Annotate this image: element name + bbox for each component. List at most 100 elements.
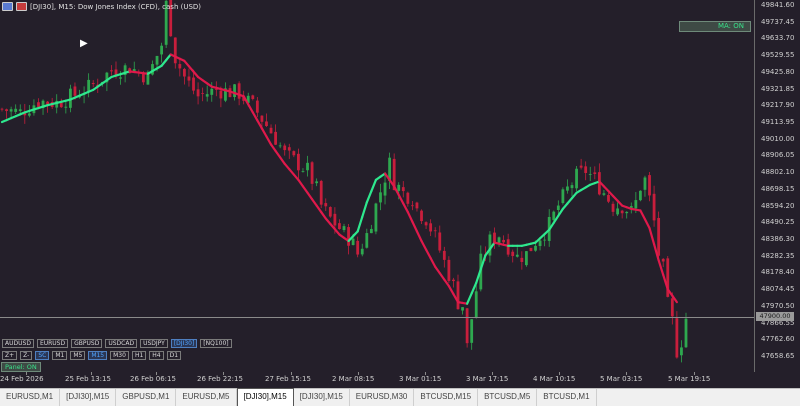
candle-body — [255, 100, 259, 113]
candle-body — [210, 88, 214, 95]
chart-tab[interactable]: EURUSD,M1 — [0, 389, 61, 406]
ma-line-segment — [420, 239, 428, 251]
symbol-button-audusd[interactable]: AUDUSD — [2, 339, 34, 348]
candle-body — [301, 171, 305, 172]
candle-body — [579, 165, 583, 168]
symbol-button-nq100[interactable]: [NQ100] — [200, 339, 232, 348]
ma-toggle-button[interactable]: MA: ON — [679, 21, 751, 32]
panel-toggle-button[interactable]: Panel: ON — [1, 362, 41, 372]
candle-body — [433, 230, 437, 232]
ma-line-segment — [269, 143, 277, 153]
candle-body — [529, 247, 533, 252]
candle-body — [566, 186, 569, 191]
candle-body — [447, 259, 451, 281]
candle-body — [607, 194, 610, 202]
price-tick-label: 47762.60 — [761, 335, 795, 344]
ma-line-segment — [397, 193, 405, 205]
ma-line-segment — [356, 215, 364, 233]
candle-body — [429, 223, 433, 232]
chart-title-text: [DJI30], M15: Dow Jones Index (CFD), cas… — [30, 2, 202, 11]
candle-body — [333, 213, 337, 226]
chart-tab[interactable]: [DJI30],M15 — [236, 388, 294, 406]
candle-body — [205, 94, 209, 97]
ma-line-segment — [639, 209, 647, 221]
candle-body — [160, 45, 163, 55]
chart-title: [DJI30], M15: Dow Jones Index (CFD), cas… — [2, 2, 201, 11]
candle-body — [269, 127, 273, 134]
chart-tab[interactable]: BTCUSD,M5 — [478, 389, 538, 406]
symbol-button-usdcad[interactable]: USDCAD — [105, 339, 138, 348]
price-tick-label: 49425.80 — [761, 67, 795, 76]
mouse-cursor-icon: ▶ — [80, 38, 88, 49]
candle-body — [347, 227, 350, 246]
candle-body — [424, 222, 428, 226]
chart-tab[interactable]: [DJI30],M15 — [60, 389, 117, 406]
ma-line-segment — [434, 265, 441, 275]
time-tick-label: 2 Mar 08:15 — [332, 375, 375, 383]
candle-body — [315, 181, 319, 184]
candle-body — [237, 83, 241, 99]
timeframe-button-h1[interactable]: H1 — [131, 351, 147, 360]
price-tick-label: 49217.90 — [761, 101, 795, 110]
candle-body — [324, 203, 328, 207]
symbol-button-gbpusd[interactable]: GBPUSD — [71, 339, 103, 348]
candle-body — [233, 84, 236, 98]
candle-body — [602, 193, 606, 195]
current-price-line — [0, 317, 754, 318]
candle-body — [488, 234, 492, 256]
symbol-button-usdjpy[interactable]: USDJPY — [140, 339, 168, 348]
ma-line-segment — [438, 272, 446, 281]
price-tick-label: 47970.50 — [761, 301, 795, 310]
symbol-button-bar: AUDUSD EURUSD GBPUSD USDCAD USDJPY [DJI30] [NQ… — [2, 339, 232, 348]
ma-line-segment — [466, 292, 473, 305]
chart-tab[interactable]: EURUSD,M30 — [350, 389, 415, 406]
symbol-button-dji30[interactable]: [DJI30] — [170, 339, 198, 348]
time-tick-mark — [223, 372, 224, 375]
candle-body — [365, 233, 369, 248]
candle-body — [319, 180, 323, 205]
timeframe-button-z-[interactable]: Z- — [20, 351, 33, 360]
candle-body — [0, 108, 4, 110]
timeframe-button-z+[interactable]: Z+ — [2, 351, 18, 360]
time-tick-label: 4 Mar 10:15 — [533, 375, 576, 383]
candle-body — [657, 217, 661, 256]
price-tick-label: 48178.40 — [761, 268, 795, 277]
time-tick-mark — [26, 372, 27, 375]
candle-body — [411, 205, 414, 207]
candle-body — [497, 237, 501, 243]
timeframe-button-m5[interactable]: M5 — [70, 351, 86, 360]
timeframe-button-m15[interactable]: M15 — [88, 351, 108, 360]
candle-body — [274, 131, 277, 145]
ma-line-segment — [424, 248, 432, 260]
chart-tab[interactable]: EURUSD,M5 — [176, 389, 237, 406]
candle-body — [611, 203, 615, 212]
ma-line-segment — [251, 111, 259, 122]
symbol-button-eurusd[interactable]: EURUSD — [36, 339, 69, 348]
timeframe-button-m30[interactable]: M30 — [110, 351, 129, 360]
chart-tab[interactable]: [DJI30],M15 — [294, 389, 350, 406]
chart-tab[interactable]: BTCUSD,M15 — [414, 389, 479, 406]
time-axis[interactable]: 24 Feb 2026 25 Feb 13:15 26 Feb 06:15 26 Fe… — [0, 372, 754, 388]
ma-line-segment — [247, 103, 254, 114]
chart-tab[interactable]: GBPUSD,M1 — [116, 389, 177, 406]
timeframe-button-h4[interactable]: H4 — [149, 351, 164, 360]
candle-body — [452, 279, 455, 282]
price-tick-label: 47658.65 — [761, 352, 795, 360]
candle-body — [87, 79, 91, 92]
candle-body — [543, 239, 547, 241]
ma-line-segment — [320, 210, 327, 220]
chart-tab[interactable]: BTCUSD,M1 — [537, 389, 597, 406]
timeframe-button-sc[interactable]: SC — [35, 351, 50, 360]
ma-line-segment — [429, 257, 437, 268]
price-tick-label: 49633.70 — [761, 34, 795, 43]
ma-line-segment — [361, 201, 368, 218]
candle-body — [474, 291, 478, 318]
candle-body — [639, 190, 642, 201]
candle-body — [342, 226, 346, 231]
candle-body — [141, 73, 145, 83]
current-price-label: 47900.00 — [756, 312, 794, 321]
price-tick-label: 48074.45 — [761, 285, 795, 294]
timeframe-button-d1[interactable]: D1 — [166, 351, 182, 360]
timeframe-button-m1[interactable]: M1 — [52, 351, 68, 360]
candle-body — [534, 245, 537, 251]
